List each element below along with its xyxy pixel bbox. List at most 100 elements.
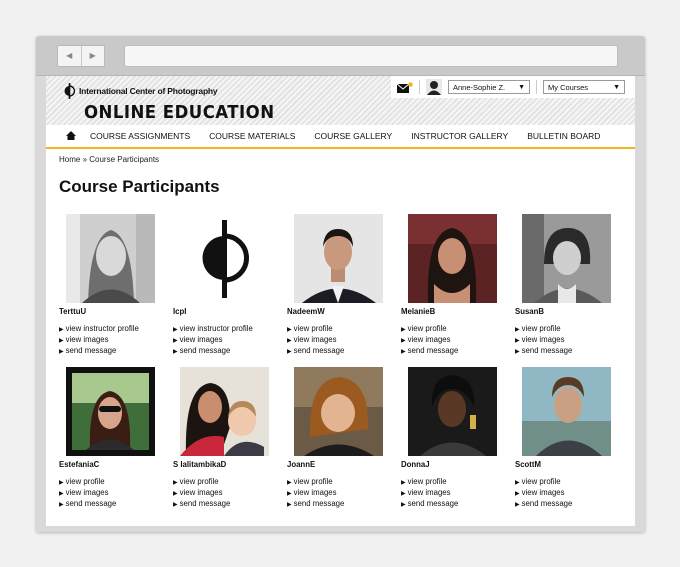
send-message-link[interactable]: ▶ send message bbox=[173, 346, 253, 357]
user-menu-select[interactable]: Anne-Sophie Z. ▼ bbox=[448, 80, 530, 94]
participant-name[interactable]: IcpI bbox=[173, 307, 186, 316]
participant-photo[interactable] bbox=[66, 214, 155, 303]
arrow-right-icon: ▶ bbox=[515, 501, 520, 508]
view-images-link[interactable]: ▶ view images bbox=[59, 488, 116, 499]
participant-card: NadeemW ▶ view profile ▶ view images ▶ send… bbox=[287, 214, 401, 367]
view-images-link[interactable]: ▶ view images bbox=[515, 488, 572, 499]
arrow-right-icon: ▶ bbox=[287, 337, 292, 344]
view-profile-link[interactable]: ▶ view profile bbox=[515, 324, 572, 335]
participant-photo[interactable] bbox=[522, 214, 611, 303]
web-page: International Center of Photography ONLI… bbox=[46, 76, 635, 526]
participants-row: EstefaniaC ▶ view profile ▶ view images ▶ s… bbox=[59, 367, 629, 520]
view-profile-link[interactable]: ▶ view profile bbox=[287, 324, 344, 335]
view-images-link[interactable]: ▶ view images bbox=[401, 335, 458, 346]
arrow-right-icon: ▶ bbox=[515, 479, 520, 486]
user-bar: Anne-Sophie Z. ▼ My Courses ▼ bbox=[391, 76, 635, 98]
home-icon[interactable] bbox=[66, 127, 76, 145]
arrow-right-icon: ▶ bbox=[401, 501, 406, 508]
arrow-right-icon: ▶ bbox=[173, 326, 178, 333]
send-message-link[interactable]: ▶ send message bbox=[287, 499, 344, 510]
send-message-link[interactable]: ▶ send message bbox=[515, 499, 572, 510]
forward-arrow-icon[interactable]: ▶ bbox=[80, 46, 105, 66]
user-avatar[interactable] bbox=[426, 79, 442, 95]
my-courses-label: My Courses bbox=[548, 82, 589, 92]
view-images-link[interactable]: ▶ view images bbox=[173, 335, 253, 346]
nav-instructor-gallery[interactable]: INSTRUCTOR GALLERY bbox=[411, 131, 508, 141]
view-images-link[interactable]: ▶ view images bbox=[515, 335, 572, 346]
arrow-right-icon: ▶ bbox=[59, 337, 64, 344]
send-message-link[interactable]: ▶ send message bbox=[401, 499, 458, 510]
back-arrow-icon[interactable]: ◀ bbox=[58, 46, 81, 66]
view-instructor-profile-link[interactable]: ▶ view instructor profile bbox=[59, 324, 139, 335]
view-images-link[interactable]: ▶ view images bbox=[59, 335, 139, 346]
address-bar[interactable] bbox=[124, 45, 618, 67]
arrow-right-icon: ▶ bbox=[515, 490, 520, 497]
page-title: Course Participants bbox=[59, 177, 220, 196]
send-message-link[interactable]: ▶ send message bbox=[515, 346, 572, 357]
participant-card: MelanieB ▶ view profile ▶ view images ▶ sen… bbox=[401, 214, 515, 367]
view-profile-link[interactable]: ▶ view profile bbox=[401, 324, 458, 335]
send-message-link[interactable]: ▶ send message bbox=[401, 346, 458, 357]
nav-course-materials[interactable]: COURSE MATERIALS bbox=[209, 131, 295, 141]
arrow-right-icon: ▶ bbox=[173, 501, 178, 508]
participant-photo[interactable] bbox=[408, 367, 497, 456]
participant-links: ▶ view profile ▶ view images ▶ send message bbox=[401, 324, 458, 357]
participant-name[interactable]: SusanB bbox=[515, 307, 544, 316]
my-courses-select[interactable]: My Courses ▼ bbox=[543, 80, 625, 94]
view-images-link[interactable]: ▶ view images bbox=[287, 335, 344, 346]
arrow-right-icon: ▶ bbox=[401, 337, 406, 344]
arrow-right-icon: ▶ bbox=[173, 490, 178, 497]
chevron-down-icon: ▼ bbox=[518, 83, 525, 91]
participant-links: ▶ view profile ▶ view images ▶ send message bbox=[173, 477, 230, 510]
participant-photo[interactable] bbox=[294, 214, 383, 303]
nav-bulletin-board[interactable]: BULLETIN BOARD bbox=[527, 131, 600, 141]
main-nav: COURSE ASSIGNMENTS COURSE MATERIALS COUR… bbox=[46, 125, 635, 149]
view-profile-link[interactable]: ▶ view profile bbox=[59, 477, 116, 488]
view-profile-link[interactable]: ▶ view profile bbox=[287, 477, 344, 488]
participant-photo[interactable] bbox=[522, 367, 611, 456]
arrow-right-icon: ▶ bbox=[401, 479, 406, 486]
site-logo[interactable]: International Center of Photography bbox=[64, 83, 218, 99]
participant-card: TerttuU ▶ view instructor profile ▶ view i… bbox=[59, 214, 173, 367]
arrow-right-icon: ▶ bbox=[173, 348, 178, 355]
view-instructor-profile-link[interactable]: ▶ view instructor profile bbox=[173, 324, 253, 335]
participant-name[interactable]: MelanieB bbox=[401, 307, 435, 316]
participant-name[interactable]: S lalitambikaD bbox=[173, 460, 226, 469]
participant-links: ▶ view profile ▶ view images ▶ send message bbox=[287, 477, 344, 510]
participant-photo[interactable] bbox=[180, 214, 269, 303]
participant-photo[interactable] bbox=[408, 214, 497, 303]
arrow-right-icon: ▶ bbox=[59, 490, 64, 497]
send-message-link[interactable]: ▶ send message bbox=[173, 499, 230, 510]
envelope-icon[interactable] bbox=[396, 81, 413, 93]
arrow-right-icon: ▶ bbox=[173, 479, 178, 486]
participant-photo[interactable] bbox=[66, 367, 155, 456]
nav-course-gallery[interactable]: COURSE GALLERY bbox=[314, 131, 392, 141]
participant-name[interactable]: JoannE bbox=[287, 460, 315, 469]
view-profile-link[interactable]: ▶ view profile bbox=[401, 477, 458, 488]
arrow-right-icon: ▶ bbox=[287, 326, 292, 333]
send-message-link[interactable]: ▶ send message bbox=[59, 499, 116, 510]
icp-logo-icon bbox=[180, 214, 269, 303]
send-message-link[interactable]: ▶ send message bbox=[59, 346, 139, 357]
participant-name[interactable]: EstefaniaC bbox=[59, 460, 99, 469]
participant-name[interactable]: ScottM bbox=[515, 460, 541, 469]
nav-course-assignments[interactable]: COURSE ASSIGNMENTS bbox=[90, 131, 190, 141]
participant-name[interactable]: NadeemW bbox=[287, 307, 325, 316]
view-profile-link[interactable]: ▶ view profile bbox=[173, 477, 230, 488]
participant-name[interactable]: TerttuU bbox=[59, 307, 86, 316]
arrow-right-icon: ▶ bbox=[401, 348, 406, 355]
participant-photo[interactable] bbox=[294, 367, 383, 456]
participant-photo[interactable] bbox=[180, 367, 269, 456]
arrow-right-icon: ▶ bbox=[515, 337, 520, 344]
participant-card: IcpI ▶ view instructor profile ▶ view imag… bbox=[173, 214, 287, 367]
divider bbox=[536, 80, 537, 94]
view-images-link[interactable]: ▶ view images bbox=[401, 488, 458, 499]
view-images-link[interactable]: ▶ view images bbox=[287, 488, 344, 499]
participant-links: ▶ view profile ▶ view images ▶ send message bbox=[287, 324, 344, 357]
view-images-link[interactable]: ▶ view images bbox=[173, 488, 230, 499]
browser-window: ◀ ▶ International Center of Photography … bbox=[36, 36, 645, 532]
view-profile-link[interactable]: ▶ view profile bbox=[515, 477, 572, 488]
org-name: International Center of Photography bbox=[79, 86, 218, 96]
participant-name[interactable]: DonnaJ bbox=[401, 460, 430, 469]
send-message-link[interactable]: ▶ send message bbox=[287, 346, 344, 357]
